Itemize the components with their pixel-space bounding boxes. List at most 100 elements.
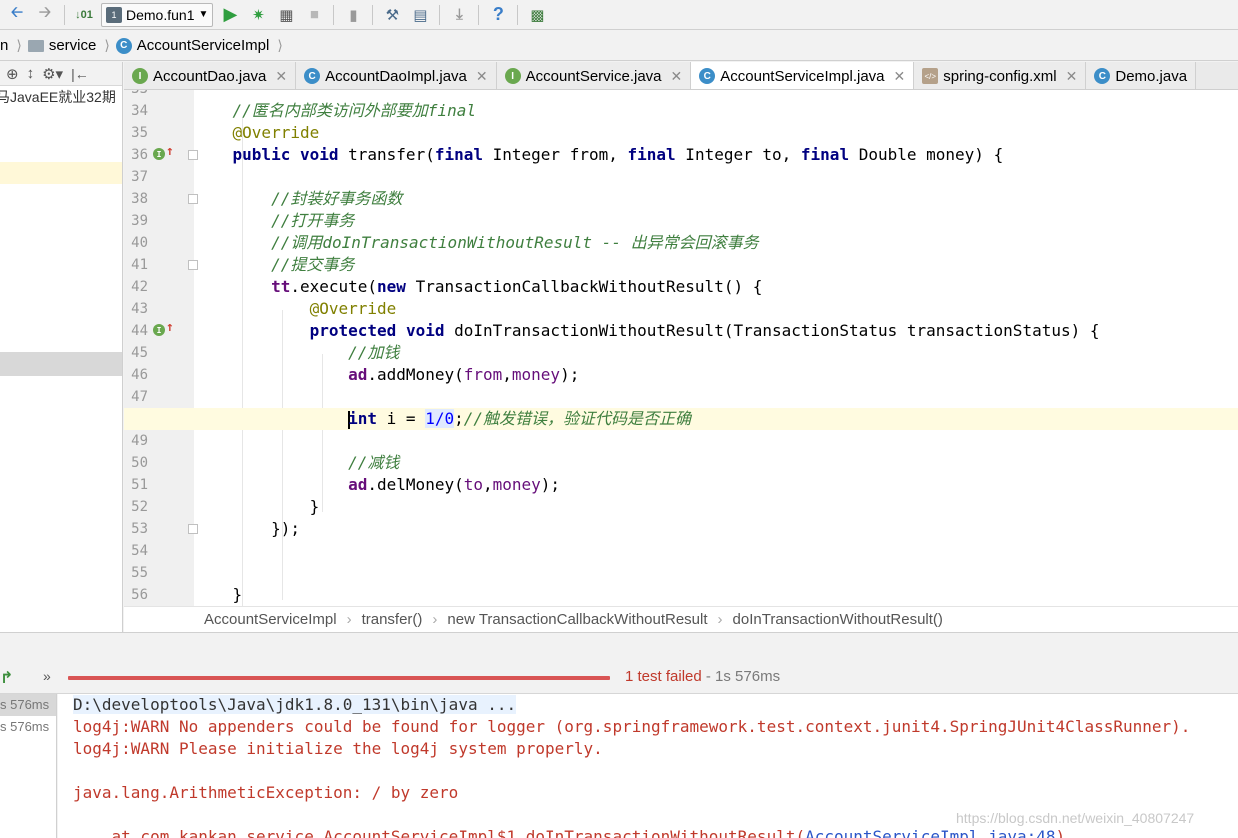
- panel-divider[interactable]: [0, 632, 1238, 662]
- editor-gutter: 33343536I↑3738394041424344I↑454647484950…: [124, 90, 198, 606]
- nav-crumb-class[interactable]: C AccountServiceImpl: [110, 31, 278, 61]
- line-number: 34: [131, 103, 148, 119]
- line-number: 39: [131, 213, 148, 229]
- plugin-icon[interactable]: ▩: [526, 4, 548, 26]
- gutter-line[interactable]: 46: [124, 364, 194, 386]
- gutter-line[interactable]: 49: [124, 430, 194, 452]
- code-crumb-separator: ›: [432, 611, 438, 628]
- implements-icon[interactable]: I: [153, 324, 165, 336]
- console-line-warn: log4j:WARN Please initialize the log4j s…: [73, 739, 603, 758]
- gutter-line[interactable]: 38: [124, 188, 198, 210]
- gutter-line[interactable]: 51: [124, 474, 194, 496]
- line-number: 53: [131, 521, 148, 537]
- gutter-line[interactable]: 43: [124, 298, 194, 320]
- code-keyword: int: [348, 409, 378, 428]
- override-arrow-icon[interactable]: ↑: [166, 144, 174, 159]
- forward-arrow-icon[interactable]: 🡢: [34, 4, 56, 26]
- gutter-line[interactable]: 39: [124, 210, 194, 232]
- close-icon[interactable]: ✕: [1066, 68, 1078, 85]
- code-comment: //匿名内部类访问外部要加final: [232, 101, 476, 120]
- debug-icon[interactable]: ✷: [247, 4, 269, 26]
- download-icon[interactable]: ⤓: [448, 4, 470, 26]
- code-crumb-anon-class[interactable]: new TransactionCallbackWithoutResult: [447, 611, 717, 628]
- stop-icon[interactable]: ■: [303, 4, 325, 26]
- project-tree-selected-row[interactable]: [0, 352, 122, 376]
- tab-demo[interactable]: C Demo.java: [1086, 62, 1197, 89]
- gutter-line[interactable]: 35: [124, 122, 194, 144]
- gutter-line[interactable]: 42: [124, 276, 194, 298]
- gutter-line[interactable]: 41: [124, 254, 198, 276]
- close-icon[interactable]: ✕: [476, 68, 488, 85]
- override-arrow-icon[interactable]: ↑: [166, 320, 174, 335]
- code-text: }: [309, 497, 320, 516]
- run-icon[interactable]: ▶: [219, 4, 241, 26]
- gutter-line[interactable]: 34: [124, 100, 194, 122]
- gutter-line[interactable]: 45: [124, 342, 194, 364]
- code-param: money: [492, 475, 541, 494]
- code-crumb-method[interactable]: transfer(): [362, 611, 433, 628]
- tab-account-service-impl[interactable]: C AccountServiceImpl.java ✕: [691, 62, 915, 89]
- tab-account-service[interactable]: I AccountService.java ✕: [496, 62, 692, 89]
- gutter-line[interactable]: 54: [124, 540, 194, 562]
- build-binary-icon[interactable]: ↓01: [73, 4, 95, 26]
- hide-panel-icon[interactable]: |←: [71, 66, 89, 82]
- help-icon[interactable]: ?: [487, 4, 509, 26]
- gutter-line[interactable]: 52: [124, 496, 194, 518]
- line-number: 33: [128, 90, 148, 97]
- code-comment: //触发错误，验证代码是否正确: [463, 409, 692, 428]
- gutter-line[interactable]: 47: [124, 386, 194, 408]
- console-line-exception: java.lang.ArithmeticException: / by zero: [73, 783, 459, 802]
- code-text: );: [560, 365, 580, 384]
- gutter-line[interactable]: 37: [124, 166, 194, 188]
- settings-wrench-icon[interactable]: ⚒: [381, 4, 403, 26]
- close-icon[interactable]: ✕: [894, 68, 906, 85]
- stacktrace-link[interactable]: AccountServiceImpl.java:48: [805, 827, 1055, 838]
- code-crumb-separator: ›: [717, 611, 723, 628]
- xml-icon: </>: [922, 68, 939, 84]
- gutter-line[interactable]: 56: [124, 584, 194, 606]
- code-crumb-inner-method[interactable]: doInTransactionWithoutResult(): [733, 611, 953, 628]
- watermark: https://blog.csdn.net/weixin_40807247: [956, 810, 1195, 826]
- code-keyword: void: [299, 145, 339, 164]
- locate-target-icon[interactable]: ⊕: [6, 65, 19, 83]
- implements-icon[interactable]: I: [153, 148, 165, 160]
- gutter-line[interactable]: 44 I ↑: [124, 320, 194, 342]
- code-text: Integer to,: [675, 145, 801, 164]
- interface-icon: I: [132, 68, 148, 84]
- code-area[interactable]: //匿名内部类访问外部要加final @Override public void…: [124, 90, 1238, 606]
- test-status: 1 test failed - 1s 576ms: [625, 668, 780, 685]
- code-crumb-class[interactable]: AccountServiceImpl: [204, 611, 347, 628]
- tab-account-dao-impl[interactable]: C AccountDaoImpl.java ✕: [296, 62, 497, 89]
- gutter-line[interactable]: 53: [124, 518, 198, 540]
- gutter-line[interactable]: 33: [124, 90, 194, 100]
- gutter-line[interactable]: 40: [124, 232, 194, 254]
- tab-account-dao[interactable]: I AccountDao.java ✕: [124, 62, 297, 89]
- code-line-41: //提交事务: [194, 254, 1238, 276]
- collapse-all-icon[interactable]: ↕: [27, 65, 35, 82]
- coverage-icon[interactable]: ▦: [275, 4, 297, 26]
- back-arrow-icon[interactable]: 🡠: [6, 4, 28, 26]
- gutter-line[interactable]: 36 I ↑: [124, 144, 198, 166]
- gutter-line[interactable]: 55: [124, 562, 194, 584]
- line-number: 49: [131, 433, 148, 449]
- code-text: i =: [377, 409, 426, 428]
- test-tree-item[interactable]: s 576ms: [0, 716, 56, 738]
- rerun-icon[interactable]: ↱: [0, 668, 14, 688]
- more-actions-icon[interactable]: »: [43, 668, 51, 684]
- close-icon[interactable]: ✕: [275, 68, 287, 85]
- console-line-stacktrace: at com.kankan.service.AccountServiceImpl…: [73, 826, 1066, 838]
- code-param: to: [463, 475, 483, 494]
- project-structure-icon[interactable]: ▤: [409, 4, 431, 26]
- project-tree-item[interactable]: 马JavaEE就业32期: [0, 86, 122, 108]
- nav-crumb-root[interactable]: n: [0, 31, 16, 61]
- code-number: 1/0: [425, 409, 455, 428]
- test-tree-item[interactable]: s 576ms: [0, 694, 56, 716]
- nav-crumb-service[interactable]: service: [22, 31, 105, 61]
- bookmark-icon[interactable]: ▮: [342, 4, 364, 26]
- gear-icon[interactable]: ⚙▾: [42, 65, 63, 83]
- gutter-line[interactable]: 50: [124, 452, 194, 474]
- run-config-select[interactable]: 1 Demo.fun1 ▼: [101, 2, 214, 27]
- tab-spring-config[interactable]: </> spring-config.xml ✕: [914, 62, 1087, 89]
- code-editor[interactable]: 33343536I↑3738394041424344I↑454647484950…: [124, 90, 1238, 606]
- close-icon[interactable]: ✕: [671, 68, 683, 85]
